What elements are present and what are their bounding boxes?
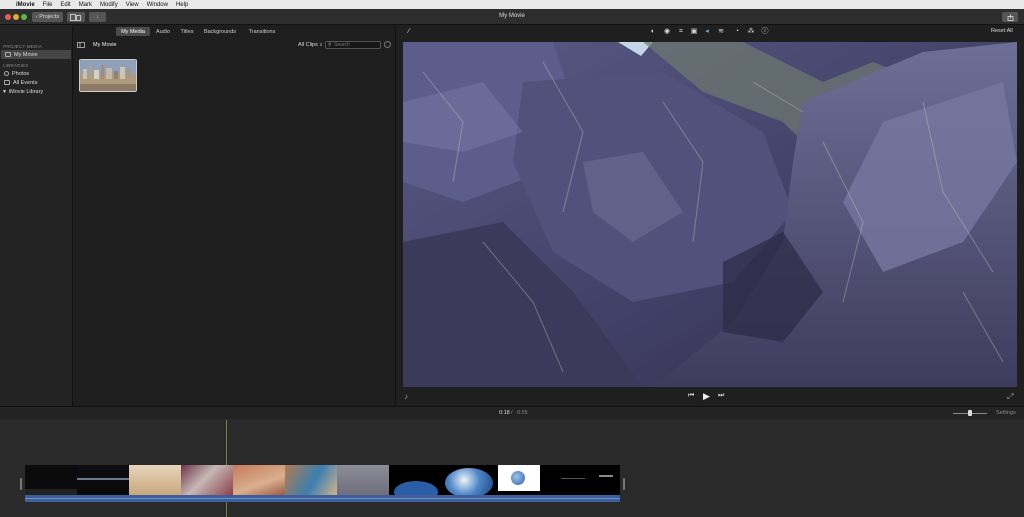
menu-file[interactable]: File bbox=[43, 2, 53, 8]
sidebar-item-label: iMovie Library bbox=[8, 88, 44, 95]
info-icon[interactable]: ⓘ bbox=[761, 28, 769, 36]
media-library-button[interactable] bbox=[67, 12, 85, 22]
clip-frame bbox=[337, 465, 389, 495]
updown-icon: ⇕ bbox=[319, 42, 323, 47]
microphone-icon[interactable]: ♪ bbox=[404, 392, 408, 401]
clip-frame bbox=[441, 465, 497, 495]
speed-icon[interactable]: ◔ bbox=[733, 28, 741, 36]
disclosure-triangle-icon[interactable]: ▼ bbox=[2, 89, 7, 95]
time-separator: / bbox=[511, 410, 513, 416]
clip-left-handle[interactable] bbox=[20, 478, 22, 490]
window-title: My Movie bbox=[499, 13, 525, 19]
sidebar-item-all-events[interactable]: All Events bbox=[0, 78, 72, 87]
clip-right-handle[interactable] bbox=[623, 478, 625, 490]
projects-label: Projects bbox=[39, 14, 60, 20]
clip-frame bbox=[129, 465, 181, 495]
sidebar-item-photos[interactable]: Photos bbox=[0, 69, 72, 78]
reset-all-button[interactable]: Reset All bbox=[991, 28, 1013, 34]
menu-window[interactable]: Window bbox=[147, 2, 168, 8]
tab-audio[interactable]: Audio bbox=[153, 27, 173, 36]
fullscreen-icon[interactable]: ⤢ bbox=[1007, 392, 1013, 402]
share-icon bbox=[1007, 14, 1013, 21]
media-browser: My Media Audio Titles Backgrounds Transi… bbox=[74, 25, 396, 406]
share-button[interactable] bbox=[1002, 12, 1018, 22]
sidebar: PROJECT MEDIA My Movie LIBRARIES Photos … bbox=[0, 25, 73, 406]
events-icon bbox=[4, 80, 10, 85]
color-correction-icon[interactable]: ◉ bbox=[663, 28, 671, 36]
menu-mark[interactable]: Mark bbox=[79, 2, 92, 8]
sidebar-toggle-icon[interactable] bbox=[77, 42, 85, 48]
clip-frame bbox=[497, 465, 541, 495]
clip-frame bbox=[181, 465, 233, 495]
download-arrow-icon: ↓ bbox=[96, 14, 99, 20]
minimize-window-icon[interactable] bbox=[13, 14, 19, 20]
settings-button[interactable]: Settings bbox=[996, 410, 1016, 416]
stabilization-icon[interactable]: ▣ bbox=[690, 28, 698, 36]
sidebar-item-imovie-library[interactable]: ▼ iMovie Library bbox=[0, 87, 72, 96]
film-icon bbox=[5, 52, 11, 57]
browser-tabs: My Media Audio Titles Backgrounds Transi… bbox=[74, 25, 396, 39]
clip-frame bbox=[77, 465, 129, 495]
window-toolbar: ‹ Projects ↓ My Movie bbox=[0, 9, 1024, 25]
search-placeholder: Search bbox=[334, 42, 350, 48]
projects-button[interactable]: ‹ Projects bbox=[32, 12, 63, 22]
canyon-video-frame bbox=[403, 42, 1017, 387]
browser-header: My Movie All Clips ⇕ ⚲ Search bbox=[74, 39, 396, 51]
menu-help[interactable]: Help bbox=[176, 2, 188, 8]
play-icon[interactable]: ▶ bbox=[703, 391, 710, 402]
menu-edit[interactable]: Edit bbox=[60, 2, 70, 8]
clip-frame bbox=[389, 465, 441, 495]
crop-icon[interactable]: ⌗ bbox=[677, 28, 685, 36]
video-preview bbox=[403, 42, 1017, 387]
skip-back-icon[interactable]: ⏮ bbox=[688, 392, 694, 400]
equalizer-icon[interactable]: ≋ bbox=[717, 28, 725, 36]
timeline-header: 0:18 / 0:55 Settings bbox=[0, 407, 1024, 419]
clip-frame bbox=[25, 465, 77, 495]
tab-backgrounds[interactable]: Backgrounds bbox=[201, 27, 239, 36]
zoom-slider-knob[interactable] bbox=[968, 410, 972, 416]
media-thumbnail[interactable] bbox=[79, 59, 137, 92]
city-thumbnail-image bbox=[80, 60, 136, 91]
all-clips-label: All Clips bbox=[298, 42, 318, 48]
all-clips-dropdown[interactable]: All Clips ⇕ bbox=[298, 42, 323, 48]
tab-my-media[interactable]: My Media bbox=[116, 27, 150, 36]
close-window-icon[interactable] bbox=[5, 14, 11, 20]
import-button[interactable]: ↓ bbox=[89, 12, 106, 22]
libraries-heading: LIBRARIES bbox=[3, 63, 29, 68]
menu-modify[interactable]: Modify bbox=[100, 2, 118, 8]
sidebar-item-my-movie[interactable]: My Movie bbox=[1, 50, 71, 59]
volume-icon[interactable]: ◂ bbox=[703, 28, 711, 36]
clip-frame bbox=[541, 465, 620, 495]
magic-wand-icon[interactable]: ⁄ bbox=[405, 28, 413, 36]
project-media-heading: PROJECT MEDIA bbox=[3, 44, 43, 49]
audio-waveform bbox=[25, 495, 620, 502]
viewer: ⁄ ◐ ◉ ⌗ ▣ ◂ ≋ ◔ ⁂ ⓘ Reset All ♪ ⏮ ▶ ⏭ ⤢ bbox=[397, 25, 1024, 406]
menu-bar: iMovie File Edit Mark Modify View Window… bbox=[0, 0, 1024, 9]
skip-forward-icon[interactable]: ⏭ bbox=[718, 392, 724, 400]
filter-icon[interactable]: ⁂ bbox=[747, 28, 755, 36]
clip-frame bbox=[233, 465, 285, 495]
playback-bar: ♪ ⏮ ▶ ⏭ ⤢ bbox=[397, 391, 1024, 403]
menu-view[interactable]: View bbox=[126, 2, 139, 8]
menu-app[interactable]: iMovie bbox=[16, 2, 35, 8]
color-balance-icon[interactable]: ◐ bbox=[649, 28, 657, 36]
current-time: 0:18 bbox=[499, 410, 510, 416]
browser-heading: My Movie bbox=[93, 42, 117, 48]
total-time: 0:55 bbox=[517, 410, 528, 416]
search-input[interactable]: ⚲ Search bbox=[325, 41, 381, 49]
adjustments-bar: ⁄ ◐ ◉ ⌗ ▣ ◂ ≋ ◔ ⁂ ⓘ Reset All bbox=[397, 25, 1024, 39]
timeline-clip[interactable] bbox=[25, 465, 620, 503]
sidebar-item-label: My Movie bbox=[14, 51, 38, 58]
photos-icon bbox=[4, 71, 9, 76]
library-icon bbox=[70, 13, 81, 21]
tab-transitions[interactable]: Transitions bbox=[244, 27, 280, 36]
zoom-window-icon[interactable] bbox=[21, 14, 27, 20]
settings-gear-icon[interactable] bbox=[384, 41, 391, 48]
sidebar-item-label: Photos bbox=[12, 70, 30, 77]
clip-frame bbox=[285, 465, 337, 495]
tab-titles[interactable]: Titles bbox=[177, 27, 197, 36]
sidebar-item-label: All Events bbox=[13, 79, 38, 86]
search-icon: ⚲ bbox=[328, 42, 332, 48]
